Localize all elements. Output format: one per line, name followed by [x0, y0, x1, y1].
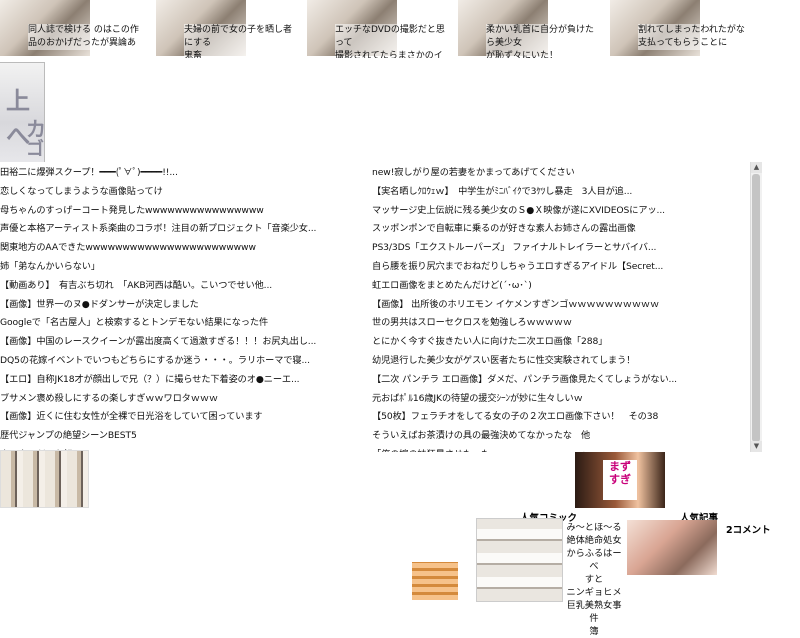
popular-comic-image[interactable] [476, 518, 563, 602]
feed-link[interactable]: 幼児退行した美少女がゲスい医者たちに性交実験されてしまう！ [372, 352, 742, 371]
scroll-down-arrow-icon[interactable]: ▼ [751, 441, 762, 452]
feed-link[interactable]: DQ5の花嫁イベントでいつもどちらにするか迷う・・・。ラリホーマで寝... [0, 352, 370, 371]
thumbnail-caption[interactable]: 柔かい乳首に自分が負けたら美少女 が恥ず々にいた！ [486, 24, 601, 58]
feed-link[interactable]: 姉「弟なんかいらない」 [0, 258, 370, 277]
feed-link[interactable]: 【画像】世界一のヌ●ドダンサーが決定しました [0, 296, 370, 315]
feed-link[interactable]: 歴代ジャンプの絶望シーンBEST5 [0, 427, 370, 446]
comment-count-label[interactable]: 2コメント [726, 522, 771, 536]
side-button-glyph: ゴ [26, 139, 44, 160]
feed-link[interactable]: 世の男共はスローセクロスを勉強しろｗｗｗｗｗ [372, 314, 742, 333]
popular-comic-list[interactable]: み〜とほ〜る 絶体絶命処女 からふるはーべ すと ニンギョヒメ 巨乳美熟女事件 … [562, 521, 626, 638]
scrollbar-thumb[interactable] [752, 174, 760, 442]
thumbnail-caption[interactable]: エッチなDVDの撮影だと思って 撮影されてたらまさかのイージョンで生 [335, 24, 450, 58]
feed-link[interactable]: 声優と本格アーティスト系楽曲のコラボ！注目の新プロジェクト「音楽少女... [0, 220, 370, 239]
popular-article-image[interactable] [627, 520, 717, 575]
feed-link[interactable]: 【二次 パンチラ エロ画像】ダメだ、パンチラ画像見たくてしょうがない... [372, 371, 742, 390]
feed-column-left: 田裕二に爆弾スクープ！━━━(ﾟ∀ﾟ)━━━━!!... 恋しくなってしまうような… [0, 164, 370, 452]
feed-link[interactable]: ブサメン褒め殺しにするの楽しすぎｗｗワロタｗｗｗ [0, 390, 370, 409]
feed-link[interactable]: Googleで「名古屋人」と検索するとトンデモない結果になった件 [0, 314, 370, 333]
comic-thumbnail[interactable] [0, 450, 89, 508]
feed-scrollbar[interactable]: ▲ ▼ [750, 162, 762, 452]
feed-link[interactable]: 【エロ】自称JK18才が顔出しで兄（？）に撮らせた下着姿のオ●ニーエ... [0, 371, 370, 390]
feed-link[interactable]: 母ちゃんのすっげーコート発見したwwwwwwwwwwwwwwww [0, 202, 370, 221]
banner-ad-text[interactable]: まず すぎ [603, 460, 637, 500]
feed-link[interactable]: マッサージ史上伝説に残る美少女のＳ●Ｘ映像が遂にXVIDEOSにアッ... [372, 202, 742, 221]
feed-link[interactable]: 関東地方のAAできたwwwwwwwwwwwwwwwwwwwwwww [0, 239, 370, 258]
thumbnail-caption[interactable]: 同人誌で検ける のはこの作 品のおかげだったが異論あ [28, 24, 143, 50]
banner-ad[interactable]: まず すぎ [575, 452, 665, 508]
feed-link[interactable]: 【画像】 出所後のホリエモン イケメンすぎンゴｗｗｗｗｗｗｗｗｗｗ [372, 296, 742, 315]
feed-link[interactable]: 自ら腰を振り尻穴までおねだりしちゃうエロすぎるアイドル【Secret... [372, 258, 742, 277]
small-thumbnail[interactable] [412, 562, 458, 600]
feed-link[interactable]: 元おばﾎﾟﾙ16歳JKの待望の援交ｼｰﾝが妙に生々しいｗ [372, 390, 742, 409]
top-thumbnail-card-2[interactable]: 夫婦の前で女の子を晒し者にする 鬼畜 [156, 0, 301, 58]
feed-column-right: new!寂しがり屋の若妻をかまってあげてください 【実名晒しｸﾛｳｪｗ】 中学生が… [372, 164, 742, 452]
feed-link[interactable]: 虹エロ画像をまとめたんだけど(´･ω･`) [372, 277, 742, 296]
feed-link[interactable]: 【動画あり】 有吉ぶち切れ 「AKB河西は酷い。こいつでせい他... [0, 277, 370, 296]
feed-link[interactable]: PS3/3DS「エクストルーパーズ」 ファイナルトレイラーとサバイバ... [372, 239, 742, 258]
link-feed: 田裕二に爆弾スクープ！━━━(ﾟ∀ﾟ)━━━━!!... 恋しくなってしまうような… [0, 162, 762, 452]
feed-link[interactable]: 田裕二に爆弾スクープ！━━━(ﾟ∀ﾟ)━━━━!!... [0, 164, 370, 183]
thumbnail-caption[interactable]: 割れてしまったわれたがな 支払ってもらうことに [638, 24, 753, 50]
top-thumbnail-card-1[interactable]: 同人誌で検ける のはこの作 品のおかげだったが異論あ [0, 0, 145, 58]
feed-link[interactable]: 【画像】中国のレースクイーンが露出度高くて過激すぎる！！！お尻丸出し... [0, 333, 370, 352]
top-thumbnail-strip: 同人誌で検ける のはこの作 品のおかげだったが異論あ 夫婦の前で女の子を晒し者に… [0, 0, 800, 60]
feed-link[interactable]: 【画像】近くに住む女性が全裸で日光浴をしていて困っています [0, 408, 370, 427]
feed-link[interactable]: 【実名晒しｸﾛｳｪｗ】 中学生がﾐﾆﾊﾞｲｸで3ｹﾂし暴走 3人目が追... [372, 183, 742, 202]
feed-link[interactable]: スッポンポンで自転車に乗るのが好きな素人お姉さんの露出画像 [372, 220, 742, 239]
feed-link[interactable]: そういえばお茶漬けの具の最強決めてなかったな 他 [372, 427, 742, 446]
thumbnail-caption[interactable]: 夫婦の前で女の子を晒し者にする 鬼畜 [184, 24, 299, 58]
feed-link[interactable]: new!寂しがり屋の若妻をかまってあげてください [372, 164, 742, 183]
feed-link[interactable]: 恋しくなってしまうような画像貼ってけ [0, 183, 370, 202]
feed-link[interactable]: 「俺の嫁の妹狂暴させたったｗｗｗｗｗｗｗｗｗｗ」 [372, 446, 742, 452]
feed-link[interactable]: とにかく今すぐ抜きたい人に向けた二次エロ画像「288」 [372, 333, 742, 352]
top-thumbnail-card-5[interactable]: 割れてしまったわれたがな 支払ってもらうことに [610, 0, 755, 58]
top-thumbnail-card-3[interactable]: エッチなDVDの撮影だと思って 撮影されてたらまさかのイージョンで生 [307, 0, 452, 58]
top-thumbnail-card-4[interactable]: 柔かい乳首に自分が負けたら美少女 が恥ず々にいた！ [458, 0, 603, 58]
scroll-up-arrow-icon[interactable]: ▲ [751, 162, 762, 173]
feed-link[interactable]: 【50枚】フェラチオをしてる女の子の２次エロ画像下さい！ その38 [372, 408, 742, 427]
